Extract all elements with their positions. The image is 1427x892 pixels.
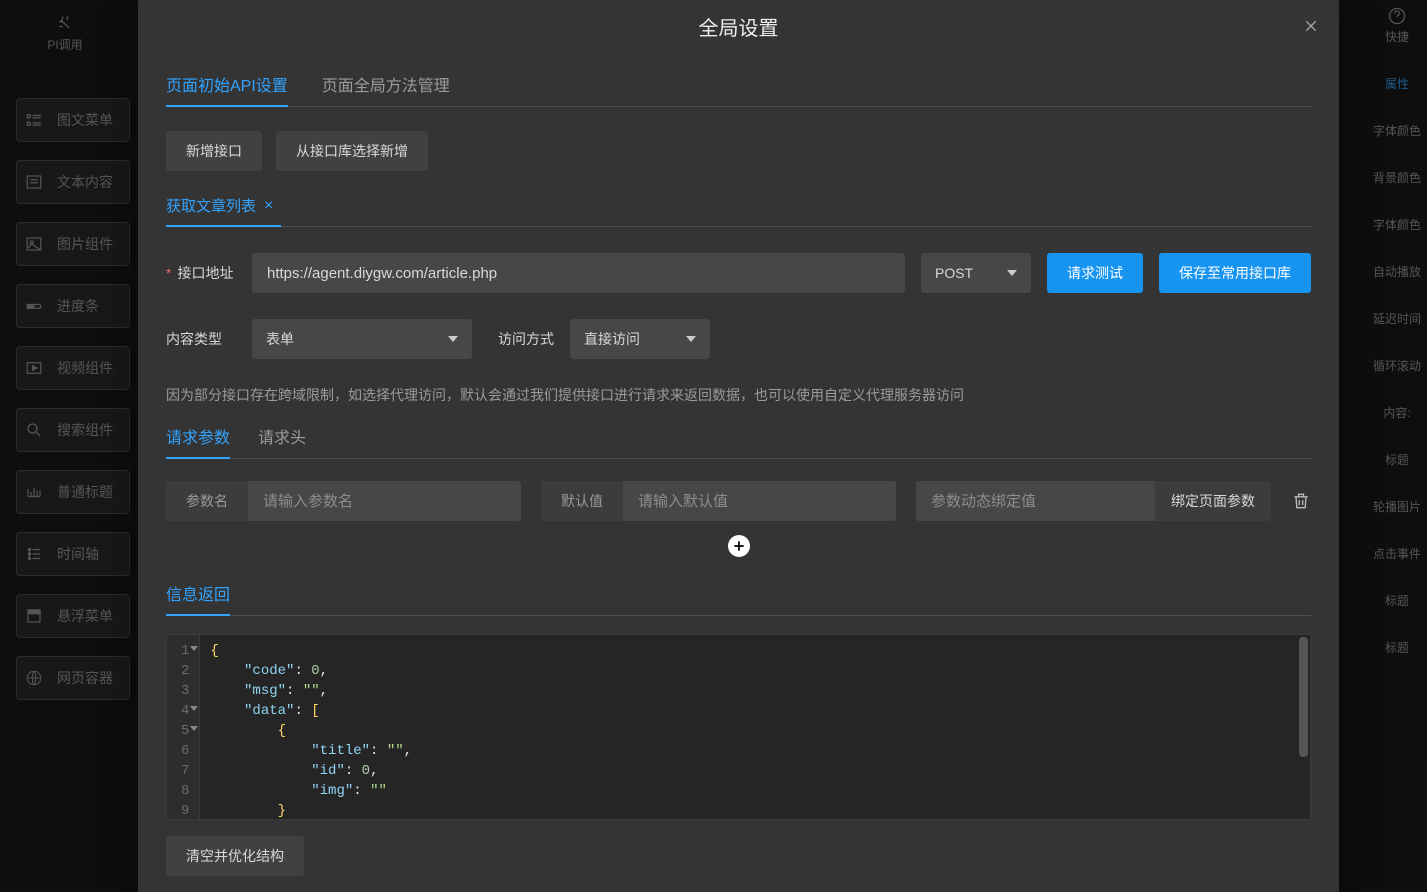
http-method-value: POST [935,265,973,281]
api-instance-name: 获取文章列表 [166,195,256,216]
content-type-row: 内容类型 表单 访问方式 直接访问 [166,319,1311,359]
save-to-library-button[interactable]: 保存至常用接口库 [1159,253,1311,293]
content-type-value: 表单 [266,329,294,349]
dialog-header: 全局设置 [138,0,1339,52]
subtab-headers[interactable]: 请求头 [258,424,306,458]
close-icon [1303,18,1319,34]
api-instance-tabs: 获取文章列表 × [166,195,1311,227]
dialog-close-button[interactable] [1299,14,1323,38]
response-section-header: 信息返回 [166,581,1311,616]
api-action-row: 新增接口 从接口库选择新增 [166,131,1311,171]
dialog-title: 全局设置 [699,12,779,41]
add-api-button[interactable]: 新增接口 [166,131,262,171]
api-instance-close[interactable]: × [264,198,273,214]
content-type-label: 内容类型 [166,329,236,349]
api-url-input[interactable] [252,253,905,293]
code-scrollbar[interactable] [1299,637,1308,757]
api-url-label: *接口地址 [166,263,236,283]
bind-page-param-button[interactable]: 绑定页面参数 [1155,481,1271,521]
param-default-group: 默认值 [541,481,896,521]
clear-structure-button[interactable]: 清空并优化结构 [166,836,304,876]
chevron-down-icon [686,336,696,342]
test-request-button[interactable]: 请求测试 [1047,253,1143,293]
add-from-library-button[interactable]: 从接口库选择新增 [276,131,428,171]
global-settings-dialog: 全局设置 页面初始API设置 页面全局方法管理 新增接口 从接口库选择新增 获取… [138,0,1339,892]
param-name-group: 参数名 [166,481,521,521]
add-param-button[interactable] [728,535,750,557]
access-mode-value: 直接访问 [584,329,640,349]
clear-structure-row: 清空并优化结构 [166,836,1311,876]
chevron-down-icon [448,336,458,342]
response-code-editor[interactable]: 1 2 3 4 5 6 7 8 9 { "code": 0, "msg": ""… [166,634,1311,820]
outer-tabs: 页面初始API设置 页面全局方法管理 [166,72,1311,107]
param-dynamic-input[interactable] [916,481,1155,521]
content-type-select[interactable]: 表单 [252,319,472,359]
code-gutter: 1 2 3 4 5 6 7 8 9 [167,635,200,819]
http-method-select[interactable]: POST [921,253,1031,293]
api-url-row: *接口地址 POST 请求测试 保存至常用接口库 [166,253,1311,293]
subtab-params[interactable]: 请求参数 [166,424,230,458]
param-default-input[interactable] [623,481,896,521]
param-default-label: 默认值 [541,481,623,521]
required-mark: * [166,265,171,281]
request-subtabs: 请求参数 请求头 [166,424,1311,459]
access-mode-label: 访问方式 [498,329,554,349]
access-mode-select[interactable]: 直接访问 [570,319,710,359]
code-content: { "code": 0, "msg": "", "data": [ { "tit… [200,635,1310,819]
param-bind-group: 绑定页面参数 [916,481,1271,521]
delete-param-button[interactable] [1291,491,1311,511]
param-name-label: 参数名 [166,481,248,521]
trash-icon [1291,491,1311,511]
tab-global-methods[interactable]: 页面全局方法管理 [322,72,450,106]
cors-note: 因为部分接口存在跨域限制，如选择代理访问，默认会通过我们提供接口进行请求来返回数… [166,385,1311,406]
param-row: 参数名 默认值 绑定页面参数 [166,481,1311,521]
plus-icon [732,539,746,553]
chevron-down-icon [1007,270,1017,276]
tab-initial-api[interactable]: 页面初始API设置 [166,72,288,106]
response-title: 信息返回 [166,581,230,615]
dialog-body: 页面初始API设置 页面全局方法管理 新增接口 从接口库选择新增 获取文章列表 … [138,52,1339,892]
add-param-row [166,535,1311,557]
param-name-input[interactable] [248,481,521,521]
api-instance-tab[interactable]: 获取文章列表 × [166,195,281,226]
